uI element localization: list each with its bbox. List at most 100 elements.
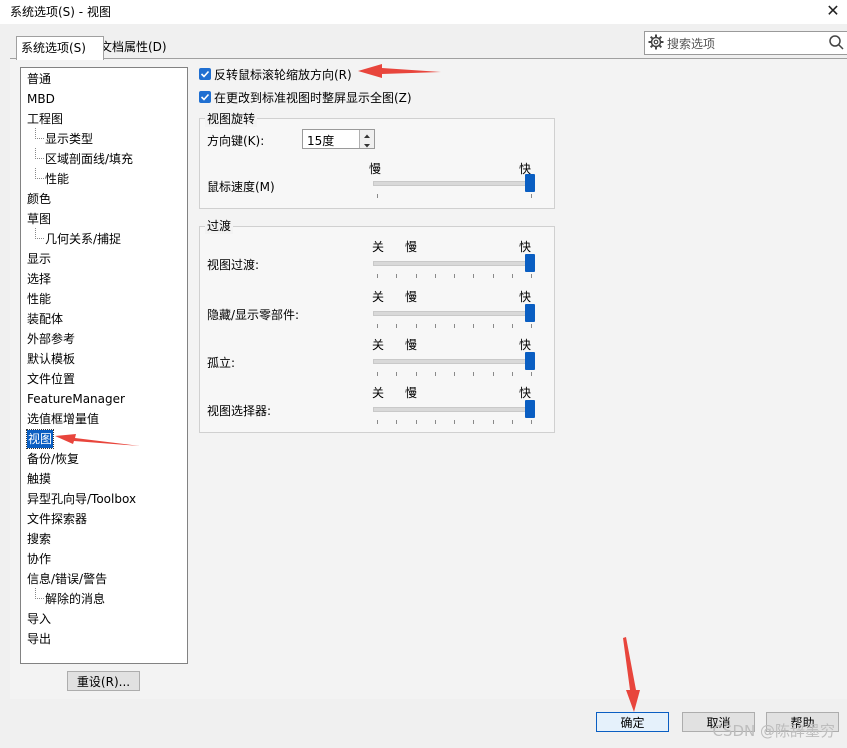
slider-track[interactable] xyxy=(373,181,531,186)
slider-tick xyxy=(473,420,474,424)
transition-slider[interactable] xyxy=(373,304,535,332)
gear-icon xyxy=(648,34,664,50)
window-title: 系统选项(S) - 视图 xyxy=(10,5,111,19)
tree-item[interactable]: 解除的消息 xyxy=(45,590,105,608)
transition-slider[interactable] xyxy=(373,352,535,380)
tree-item[interactable]: 异型孔向导/Toolbox xyxy=(27,490,136,508)
tree-item[interactable]: FeatureManager xyxy=(27,390,125,408)
slider-tick xyxy=(416,324,417,328)
arrow-keys-value[interactable]: 15度 xyxy=(307,132,334,149)
tree-item[interactable]: 文件位置 xyxy=(27,370,75,388)
reset-button[interactable]: 重设(R)... xyxy=(67,671,140,691)
tree-item[interactable]: 几何关系/捕捉 xyxy=(45,230,121,248)
tree-item[interactable]: 选值框增量值 xyxy=(27,410,99,428)
tree-item[interactable]: 导入 xyxy=(27,610,51,628)
slider-tick xyxy=(454,420,455,424)
slider-tick xyxy=(473,372,474,376)
slider-tick xyxy=(435,420,436,424)
mouse-speed-label: 鼠标速度(M) xyxy=(207,180,275,194)
search-icon[interactable] xyxy=(828,34,844,50)
transition-off-label: 关 xyxy=(372,386,385,400)
transition-off-label: 关 xyxy=(372,290,385,304)
transition-row-label: 视图过渡: xyxy=(207,258,260,272)
tree-item[interactable]: 性能 xyxy=(27,290,51,308)
slider-track[interactable] xyxy=(373,311,531,316)
slider-tick xyxy=(531,274,532,278)
tab-document-properties[interactable]: 文档属性(D) xyxy=(96,36,174,58)
tree-item[interactable]: 显示 xyxy=(27,250,51,268)
mouse-speed-slider[interactable] xyxy=(373,174,535,202)
slider-tick xyxy=(454,372,455,376)
tree-item[interactable]: 文件探索器 xyxy=(27,510,87,528)
slider-tick xyxy=(512,274,513,278)
slider-tick xyxy=(396,274,397,278)
tab-system-options[interactable]: 系统选项(S) xyxy=(16,36,104,60)
tree-connector xyxy=(35,128,44,139)
transition-slow-label: 慢 xyxy=(405,338,418,352)
zoom-to-fit-label: 在更改到标准视图时整屏显示全图(Z) xyxy=(214,91,412,105)
slider-tick xyxy=(396,324,397,328)
tree-item[interactable]: 性能 xyxy=(45,170,69,188)
transition-fast-label: 快 xyxy=(519,386,532,400)
checkmark-icon xyxy=(200,93,210,101)
slider-tick xyxy=(416,372,417,376)
tree-connector xyxy=(35,228,44,239)
slider-thumb[interactable] xyxy=(525,400,535,418)
tree-item[interactable]: 搜索 xyxy=(27,530,51,548)
slider-track[interactable] xyxy=(373,359,531,364)
slider-tick xyxy=(377,324,378,328)
slider-thumb[interactable] xyxy=(525,254,535,272)
close-button[interactable]: ✕ xyxy=(823,1,843,21)
tree-item[interactable]: 默认模板 xyxy=(27,350,75,368)
slider-tick xyxy=(512,324,513,328)
reverse-wheel-checkbox[interactable] xyxy=(199,68,211,80)
tree-item[interactable]: 选择 xyxy=(27,270,51,288)
tree-item[interactable]: 触摸 xyxy=(27,470,51,488)
tree-item[interactable]: 草图 xyxy=(27,210,51,228)
arrow-keys-stepper[interactable]: 15度 xyxy=(302,129,375,149)
slider-tick xyxy=(435,372,436,376)
slider-track[interactable] xyxy=(373,261,531,266)
transition-fast-label: 快 xyxy=(519,290,532,304)
slider-tick xyxy=(377,420,378,424)
slider-track[interactable] xyxy=(373,407,531,412)
transition-off-label: 关 xyxy=(372,338,385,352)
tree-item[interactable]: 普通 xyxy=(27,70,51,88)
slider-tick xyxy=(435,274,436,278)
tree-item[interactable]: 导出 xyxy=(27,630,51,648)
stepper-down-button[interactable] xyxy=(359,139,374,148)
slider-thumb[interactable] xyxy=(525,304,535,322)
tree-item[interactable]: 区域剖面线/填充 xyxy=(45,150,133,168)
tree-item[interactable]: 工程图 xyxy=(27,110,63,128)
slider-tick xyxy=(454,324,455,328)
zoom-to-fit-checkbox[interactable] xyxy=(199,91,211,103)
slider-thumb[interactable] xyxy=(525,352,535,370)
search-input[interactable]: 搜索选项 xyxy=(667,35,715,52)
tree-item-selected[interactable]: 视图 xyxy=(25,429,55,449)
tree-item[interactable]: 显示类型 xyxy=(45,130,93,148)
tree-item[interactable]: 颜色 xyxy=(27,190,51,208)
category-tree[interactable]: 普通 MBD 工程图 显示类型 区域剖面线/填充 性能 颜色 草图 几何关系/捕捉 显示 选择 性能装… xyxy=(20,67,188,664)
search-box[interactable]: 搜索选项 xyxy=(644,31,847,55)
watermark: CSDN @陈辞墨穷 xyxy=(712,722,835,740)
tree-item[interactable]: 外部参考 xyxy=(27,330,75,348)
slider-tick xyxy=(493,274,494,278)
transition-slider[interactable] xyxy=(373,254,535,282)
tree-item[interactable]: MBD xyxy=(27,90,55,108)
slider-tick xyxy=(531,372,532,376)
transition-row-label: 视图选择器: xyxy=(207,404,272,418)
slider-tick xyxy=(377,372,378,376)
ok-button[interactable]: 确定 xyxy=(596,712,669,732)
tree-item[interactable]: 信息/错误/警告 xyxy=(27,570,107,588)
slider-tick xyxy=(531,324,532,328)
transition-slider[interactable] xyxy=(373,400,535,428)
transition-off-label: 关 xyxy=(372,240,385,254)
slider-tick xyxy=(396,420,397,424)
tree-item[interactable]: 装配体 xyxy=(27,310,63,328)
slider-tick xyxy=(512,372,513,376)
slider-thumb[interactable] xyxy=(525,174,535,192)
tree-item[interactable]: 协作 xyxy=(27,550,51,568)
title-bar xyxy=(0,0,847,24)
tree-item[interactable]: 备份/恢复 xyxy=(27,450,79,468)
slider-tick xyxy=(396,372,397,376)
